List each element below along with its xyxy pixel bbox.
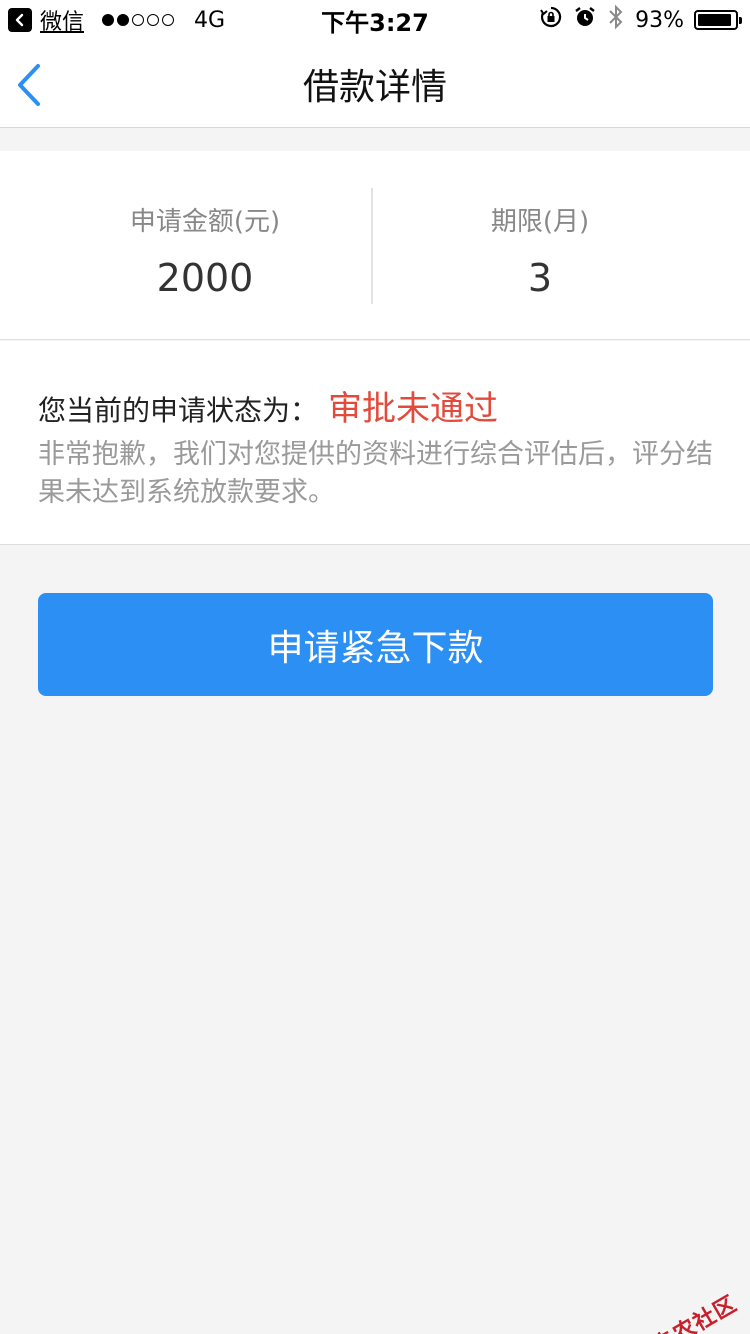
status-line: 您当前的申请状态为： 审批未通过 xyxy=(38,381,498,430)
status-prefix: 您当前的申请状态为： xyxy=(38,394,319,427)
alarm-icon xyxy=(573,5,597,35)
navigation-bar: 借款详情 xyxy=(0,40,750,128)
apply-urgent-loan-button[interactable]: 申请紧急下款 xyxy=(38,593,713,696)
application-status-section: 您当前的申请状态为： 审批未通过 非常抱歉，我们对您提供的资料进行综合评估后，评… xyxy=(0,341,750,545)
rotation-lock-icon xyxy=(539,5,563,35)
bluetooth-icon xyxy=(607,4,625,36)
term-label: 期限(月) xyxy=(490,207,590,237)
amount-label: 申请金额(元) xyxy=(129,207,281,237)
battery-icon xyxy=(694,10,742,30)
status-bar-right: 93% xyxy=(539,0,742,40)
status-description: 非常抱歉，我们对您提供的资料进行综合评估后，评分结果未达到系统放款要求。 xyxy=(38,439,713,508)
battery-level xyxy=(698,14,732,26)
status-bar: 微信 4G 下午3:27 93% xyxy=(0,0,750,40)
term-column: 期限(月) 3 xyxy=(353,151,727,340)
amount-value: 2000 xyxy=(156,256,254,300)
status-value: 审批未通过 xyxy=(328,389,499,429)
term-value: 3 xyxy=(527,256,553,300)
page-title: 借款详情 xyxy=(302,67,447,108)
battery-percentage: 93% xyxy=(635,7,684,33)
loan-summary-card: 申请金额(元) 2000 期限(月) 3 xyxy=(0,151,750,340)
watermark: 卡农社区 xyxy=(622,1286,742,1334)
watermark-text: 卡农社区 xyxy=(649,1291,742,1334)
amount-column: 申请金额(元) 2000 xyxy=(18,151,392,340)
